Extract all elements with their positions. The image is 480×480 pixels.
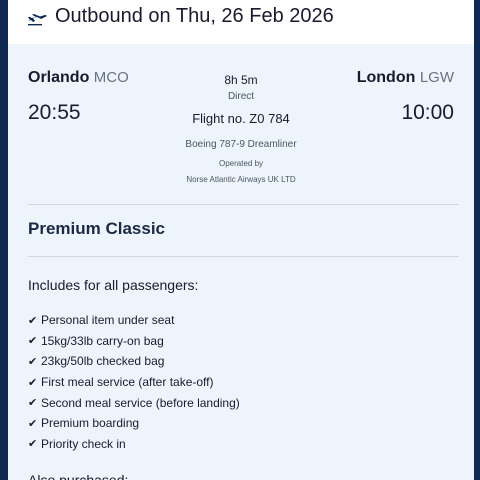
operator-name: Norse Atlantic Airways UK LTD [186, 175, 296, 184]
check-icon: ✔ [28, 397, 38, 410]
inclusion-item: ✔ Priority check in [28, 434, 240, 455]
inclusion-item: ✔ First meal service (after take-off) [28, 372, 240, 393]
inclusion-label: First meal service (after take-off) [41, 375, 214, 390]
outbound-header: Outbound on Thu, 26 Feb 2026 [8, 0, 474, 44]
divider [28, 204, 459, 205]
inclusion-label: Second meal service (before landing) [41, 395, 240, 410]
check-icon: ✔ [28, 314, 38, 327]
inclusion-item: ✔ Personal item under seat [28, 310, 240, 331]
right-edge-bar [474, 0, 480, 480]
inclusion-item: ✔ Second meal service (before landing) [28, 392, 240, 413]
flight-duration: 8h 5m [224, 73, 258, 87]
check-icon: ✔ [28, 438, 38, 451]
also-purchased-heading: Also purchased: [28, 472, 129, 480]
inclusion-item: ✔ 15kg/33lb carry-on bag [28, 331, 240, 352]
stops-label: Direct [227, 91, 255, 102]
flight-number: Flight no. Z0 784 [192, 111, 290, 126]
operated-by-label: Operated by [218, 159, 264, 168]
check-icon: ✔ [28, 417, 38, 430]
inclusion-label: Personal item under seat [41, 313, 175, 328]
check-icon: ✔ [28, 335, 38, 348]
inclusion-item: ✔ 23kg/50lb checked bag [28, 351, 240, 372]
inclusion-label: Priority check in [41, 436, 126, 451]
outbound-title: Outbound on Thu, 26 Feb 2026 [55, 5, 334, 27]
left-edge-bar [0, 0, 8, 480]
inclusions-list: ✔ Personal item under seat ✔ 15kg/33lb car… [28, 310, 240, 454]
divider [28, 256, 459, 257]
aircraft-type: Boeing 787-9 Dreamliner [185, 139, 297, 150]
includes-heading: Includes for all passengers: [28, 277, 199, 293]
check-icon: ✔ [28, 355, 38, 368]
fare-class-title: Premium Classic [28, 219, 166, 238]
inclusion-item: ✔ Premium boarding [28, 413, 240, 434]
check-icon: ✔ [28, 376, 38, 389]
inclusion-label: Premium boarding [41, 416, 140, 431]
inclusion-label: 15kg/33lb carry-on bag [41, 333, 164, 348]
flight-details-panel: Orlando MCO London LGW 20:55 10:00 8h 5m… [8, 44, 474, 480]
inclusion-label: 23kg/50lb checked bag [41, 354, 165, 369]
plane-departure-icon [28, 14, 47, 26]
